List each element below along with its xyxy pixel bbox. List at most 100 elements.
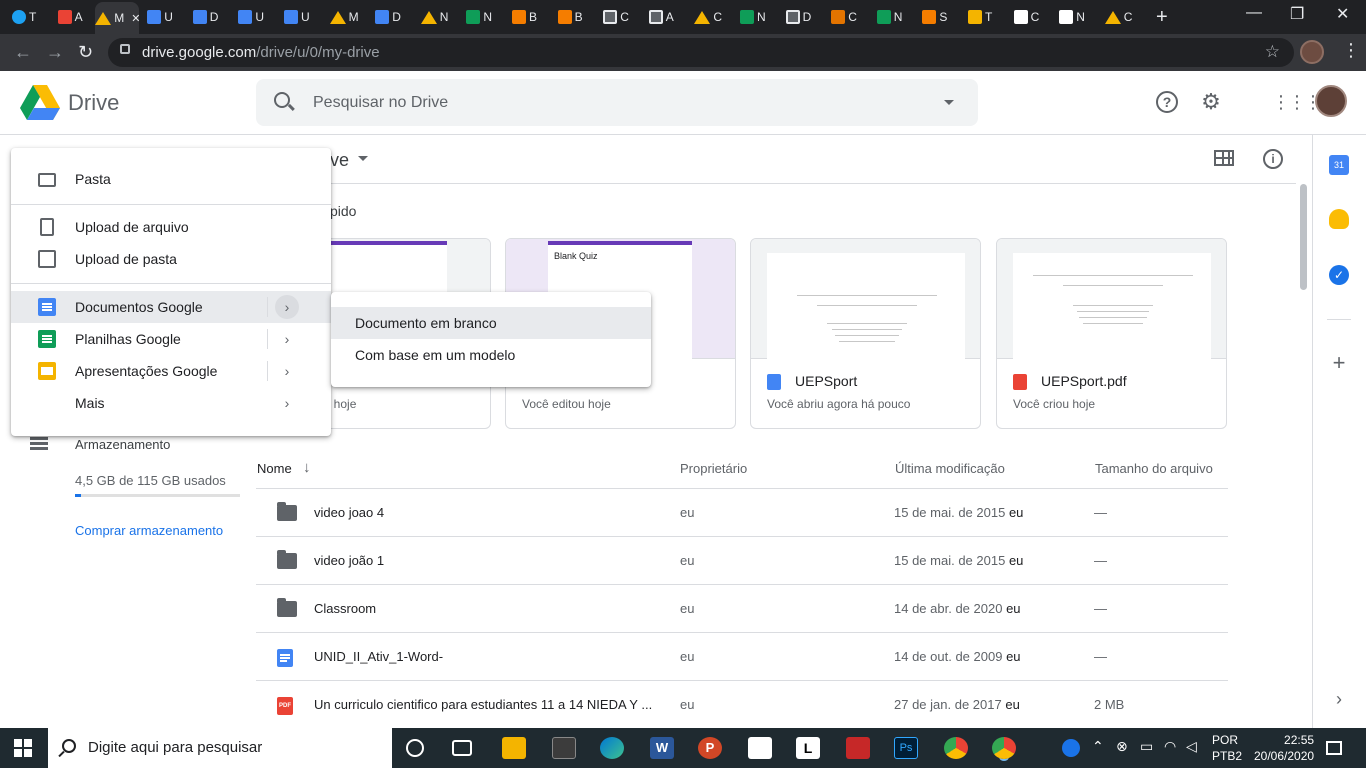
menu-item-more[interactable]: Mais › bbox=[11, 387, 331, 419]
store-icon[interactable] bbox=[552, 737, 576, 759]
table-row[interactable]: Classroom eu 14 de abr. de 2020 eu — bbox=[256, 585, 1228, 633]
url-text[interactable]: drive.google.com/drive/u/0/my-drive bbox=[142, 44, 380, 61]
minimize-icon[interactable]: — bbox=[1246, 4, 1262, 22]
browser-tab[interactable]: U bbox=[284, 4, 310, 30]
table-row[interactable]: UNID_II_Ativ_1-Word-eu 14 de out. de 2009… bbox=[256, 633, 1228, 681]
clock[interactable]: 22:55 20/06/2020 bbox=[1254, 732, 1314, 764]
browser-tab[interactable]: N bbox=[420, 4, 448, 30]
browser-tab[interactable]: U bbox=[147, 4, 173, 30]
column-header-modified[interactable]: Última modificação bbox=[895, 461, 1005, 476]
help-tray-icon[interactable] bbox=[1062, 739, 1080, 757]
edge-icon[interactable] bbox=[600, 737, 624, 759]
table-row[interactable]: video joão 1 eu 15 de mai. de 2015 eu — bbox=[256, 537, 1228, 585]
breadcrumb[interactable]: ve bbox=[330, 150, 349, 171]
info-icon[interactable]: i bbox=[1263, 149, 1283, 169]
powerpoint-icon[interactable]: P bbox=[698, 737, 722, 759]
cortana-icon[interactable] bbox=[406, 739, 424, 757]
table-row[interactable]: PDF Un curriculo cientifico para estudian… bbox=[256, 681, 1228, 729]
app-l-icon[interactable]: L bbox=[796, 737, 820, 759]
table-row[interactable]: video joao 4 eu 15 de mai. de 2015 eu — bbox=[256, 489, 1228, 537]
menu-item-upload-folder[interactable]: Upload de pasta bbox=[11, 243, 331, 275]
back-icon[interactable]: ← bbox=[14, 42, 32, 62]
menu-item-google-docs[interactable]: Documentos Google › bbox=[11, 291, 331, 323]
photoshop-icon[interactable]: Ps bbox=[894, 737, 918, 759]
new-tab-button[interactable]: + bbox=[1156, 7, 1168, 27]
sort-arrow-down-icon[interactable]: ↓ bbox=[303, 459, 311, 476]
grid-view-icon[interactable] bbox=[1214, 150, 1234, 166]
browser-tab[interactable]: C bbox=[1013, 4, 1039, 30]
volume-icon[interactable]: ◁ bbox=[1186, 738, 1197, 755]
column-header-name[interactable]: Nome bbox=[257, 461, 292, 476]
column-header-size[interactable]: Tamanho do arquivo bbox=[1095, 461, 1213, 476]
help-icon[interactable]: ? bbox=[1156, 91, 1178, 113]
browser-tab[interactable]: S bbox=[922, 4, 947, 30]
mail-icon[interactable] bbox=[748, 737, 772, 759]
browser-tab[interactable]: M bbox=[329, 4, 359, 30]
browser-tab[interactable]: D bbox=[192, 4, 218, 30]
browser-tab[interactable]: T bbox=[12, 4, 36, 30]
browser-tab[interactable]: N bbox=[466, 4, 492, 30]
chevron-up-icon[interactable]: ⌃ bbox=[1092, 738, 1104, 755]
tasks-icon[interactable]: ✓ bbox=[1329, 265, 1349, 285]
taskbar-search-input[interactable]: Digite aqui para pesquisar bbox=[88, 739, 262, 756]
menu-item-google-sheets[interactable]: Planilhas Google › bbox=[11, 323, 331, 355]
windows-start-icon[interactable] bbox=[14, 739, 32, 757]
search-options-icon[interactable] bbox=[944, 100, 954, 105]
bookmark-star-icon[interactable]: ☆ bbox=[1265, 42, 1280, 62]
mcafee-icon[interactable] bbox=[846, 737, 870, 759]
browser-tab[interactable]: D bbox=[375, 4, 401, 30]
language-indicator[interactable]: POR PTB2 bbox=[1212, 732, 1242, 764]
calendar-icon[interactable]: 31 bbox=[1329, 155, 1349, 175]
drive-logo-icon[interactable] bbox=[20, 85, 60, 121]
chrome-active-icon[interactable] bbox=[992, 737, 1016, 759]
buy-storage-link[interactable]: Comprar armazenamento bbox=[75, 523, 223, 538]
column-header-owner[interactable]: Proprietário bbox=[680, 461, 747, 476]
settings-gear-icon[interactable]: ⚙ bbox=[1200, 91, 1222, 113]
notifications-icon[interactable] bbox=[1326, 741, 1342, 755]
browser-tab[interactable]: N bbox=[1059, 4, 1085, 30]
search-box[interactable]: Pesquisar no Drive bbox=[256, 79, 978, 126]
browser-tab[interactable]: A bbox=[57, 4, 83, 30]
browser-tab[interactable]: B bbox=[557, 4, 583, 30]
menu-item-upload-file[interactable]: Upload de arquivo bbox=[11, 211, 331, 243]
network-error-icon[interactable]: ⊗ bbox=[1116, 738, 1128, 755]
add-addon-icon[interactable]: + bbox=[1329, 352, 1349, 374]
quick-access-card[interactable]: UEPSport.pdf Você criou hoje bbox=[996, 238, 1227, 429]
submenu-item-from-template[interactable]: Com base em um modelo bbox=[331, 339, 651, 371]
browser-tab[interactable]: B bbox=[512, 4, 537, 30]
chevron-right-icon[interactable]: › bbox=[275, 359, 299, 383]
wifi-icon[interactable]: ◠ bbox=[1164, 738, 1176, 755]
quick-access-card[interactable]: UEPSport Você abriu agora há pouco bbox=[750, 238, 981, 429]
keep-icon[interactable] bbox=[1329, 209, 1349, 229]
browser-tab[interactable]: C bbox=[1104, 4, 1132, 30]
drive-brand[interactable]: Drive bbox=[68, 90, 119, 116]
forward-icon[interactable]: → bbox=[46, 42, 64, 62]
maximize-icon[interactable]: ❐ bbox=[1290, 4, 1304, 24]
scrollbar[interactable] bbox=[1298, 184, 1308, 728]
chrome-icon[interactable] bbox=[944, 737, 968, 759]
browser-profile-avatar[interactable] bbox=[1300, 40, 1324, 64]
browser-tab[interactable]: C bbox=[831, 4, 857, 30]
browser-tab[interactable]: C bbox=[603, 4, 629, 30]
close-window-icon[interactable]: ✕ bbox=[1336, 4, 1349, 24]
account-avatar[interactable] bbox=[1315, 85, 1347, 117]
browser-tab[interactable]: N bbox=[876, 4, 902, 30]
browser-tab[interactable]: T bbox=[968, 4, 992, 30]
close-tab-icon[interactable]: ✕ bbox=[131, 12, 140, 25]
task-view-icon[interactable] bbox=[452, 740, 472, 756]
taskbar-search-box[interactable]: Digite aqui para pesquisar bbox=[48, 728, 392, 768]
search-input[interactable]: Pesquisar no Drive bbox=[313, 94, 448, 112]
chevron-right-icon[interactable]: › bbox=[275, 295, 299, 319]
browser-menu-icon[interactable]: ⋮ bbox=[1342, 40, 1360, 61]
browser-tab[interactable]: N bbox=[740, 4, 766, 30]
scrollbar-thumb[interactable] bbox=[1300, 184, 1307, 290]
browser-tab[interactable]: C bbox=[694, 4, 722, 30]
submenu-item-blank-document[interactable]: Documento em branco bbox=[331, 307, 651, 339]
menu-item-folder[interactable]: Pasta bbox=[11, 163, 331, 195]
reload-icon[interactable]: ↻ bbox=[78, 42, 93, 62]
chevron-down-icon[interactable] bbox=[358, 156, 368, 161]
search-icon[interactable] bbox=[274, 92, 290, 108]
chevron-right-icon[interactable]: › bbox=[275, 327, 299, 351]
browser-tab[interactable]: M ✕ bbox=[95, 2, 140, 34]
word-icon[interactable]: W bbox=[650, 737, 674, 759]
